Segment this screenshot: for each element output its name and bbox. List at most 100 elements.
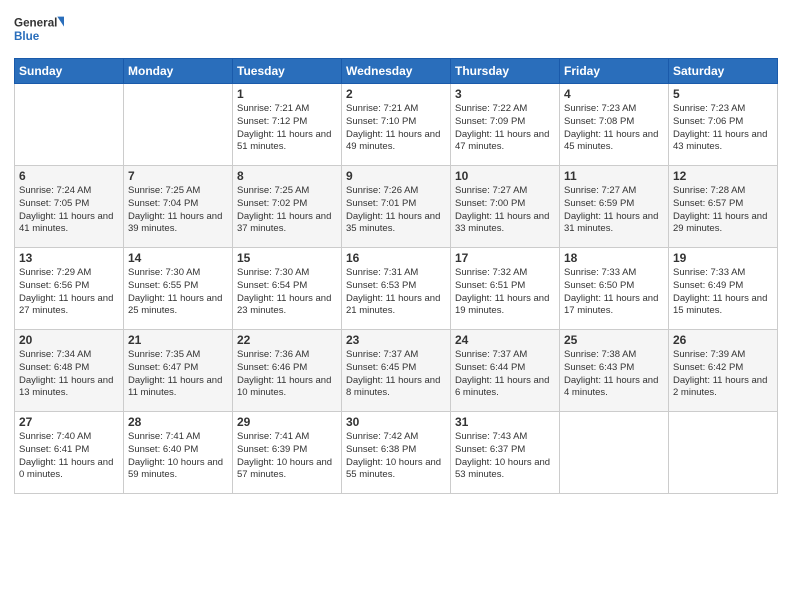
day-number: 10 <box>455 169 555 183</box>
day-info: Sunrise: 7:30 AM Sunset: 6:55 PM Dayligh… <box>128 267 228 318</box>
calendar-cell: 24Sunrise: 7:37 AM Sunset: 6:44 PM Dayli… <box>451 330 560 412</box>
day-number: 12 <box>673 169 773 183</box>
generalblue-logo-icon: General Blue <box>14 10 64 50</box>
day-number: 11 <box>564 169 664 183</box>
calendar-cell: 15 Sunrise: 7:30 AM Sunset: 6:54 PM Dayli… <box>233 248 342 330</box>
calendar-cell: 5 Sunrise: 7:23 AM Sunset: 7:06 PM Daylig… <box>669 84 778 166</box>
calendar-cell: 23 Sunrise: 7:37 AM Sunset: 6:45 PM Dayli… <box>342 330 451 412</box>
calendar-cell: 29 Sunrise: 7:41 AM Sunset: 6:39 PM Dayli… <box>233 412 342 494</box>
day-number: 8 <box>237 169 337 183</box>
day-info: Sunrise: 7:31 AM Sunset: 6:53 PM Dayligh… <box>346 267 446 318</box>
calendar-day-header: Monday <box>124 59 233 84</box>
day-info: Sunrise: 7:27 AM Sunset: 7:00 PM Dayligh… <box>455 185 555 236</box>
day-info: Sunrise: 7:28 AM Sunset: 6:57 PM Dayligh… <box>673 185 773 236</box>
day-info: Sunrise: 7:26 AM Sunset: 7:01 PM Dayligh… <box>346 185 446 236</box>
day-info: Sunrise: 7:24 AM Sunset: 7:05 PM Dayligh… <box>19 185 119 236</box>
day-number: 21 <box>128 333 228 347</box>
calendar-cell: 3Sunrise: 7:22 AM Sunset: 7:09 PM Daylig… <box>451 84 560 166</box>
day-number: 22 <box>237 333 337 347</box>
day-number: 1 <box>237 87 337 101</box>
day-info: Sunrise: 7:21 AM Sunset: 7:10 PM Dayligh… <box>346 103 446 154</box>
calendar-cell: 9 Sunrise: 7:26 AM Sunset: 7:01 PM Daylig… <box>342 166 451 248</box>
calendar-cell: 12 Sunrise: 7:28 AM Sunset: 6:57 PM Dayli… <box>669 166 778 248</box>
day-number: 7 <box>128 169 228 183</box>
calendar-cell: 31 Sunrise: 7:43 AM Sunset: 6:37 PM Dayli… <box>451 412 560 494</box>
day-info: Sunrise: 7:21 AM Sunset: 7:12 PM Dayligh… <box>237 103 337 154</box>
calendar-week-row: 20 Sunrise: 7:34 AM Sunset: 6:48 PM Dayli… <box>15 330 778 412</box>
calendar-week-row: 1 Sunrise: 7:21 AM Sunset: 7:12 PM Daylig… <box>15 84 778 166</box>
calendar-cell: 16 Sunrise: 7:31 AM Sunset: 6:53 PM Dayli… <box>342 248 451 330</box>
calendar-cell: 22 Sunrise: 7:36 AM Sunset: 6:46 PM Dayli… <box>233 330 342 412</box>
calendar-cell: 20 Sunrise: 7:34 AM Sunset: 6:48 PM Dayli… <box>15 330 124 412</box>
calendar-cell: 1 Sunrise: 7:21 AM Sunset: 7:12 PM Daylig… <box>233 84 342 166</box>
day-info: Sunrise: 7:41 AM Sunset: 6:39 PM Dayligh… <box>237 431 337 482</box>
calendar-week-row: 6Sunrise: 7:24 AM Sunset: 7:05 PM Daylig… <box>15 166 778 248</box>
day-number: 23 <box>346 333 446 347</box>
calendar-cell: 14 Sunrise: 7:30 AM Sunset: 6:55 PM Dayli… <box>124 248 233 330</box>
calendar-cell: 19Sunrise: 7:33 AM Sunset: 6:49 PM Dayli… <box>669 248 778 330</box>
day-number: 29 <box>237 415 337 429</box>
day-number: 15 <box>237 251 337 265</box>
day-number: 19 <box>673 251 773 265</box>
day-info: Sunrise: 7:39 AM Sunset: 6:42 PM Dayligh… <box>673 349 773 400</box>
day-info: Sunrise: 7:25 AM Sunset: 7:04 PM Dayligh… <box>128 185 228 236</box>
svg-text:General: General <box>14 17 57 30</box>
calendar-cell: 30 Sunrise: 7:42 AM Sunset: 6:38 PM Dayli… <box>342 412 451 494</box>
day-number: 16 <box>346 251 446 265</box>
day-info: Sunrise: 7:30 AM Sunset: 6:54 PM Dayligh… <box>237 267 337 318</box>
day-number: 20 <box>19 333 119 347</box>
day-number: 28 <box>128 415 228 429</box>
calendar-cell: 6Sunrise: 7:24 AM Sunset: 7:05 PM Daylig… <box>15 166 124 248</box>
day-info: Sunrise: 7:37 AM Sunset: 6:45 PM Dayligh… <box>346 349 446 400</box>
day-number: 4 <box>564 87 664 101</box>
calendar-cell: 18Sunrise: 7:33 AM Sunset: 6:50 PM Dayli… <box>560 248 669 330</box>
day-info: Sunrise: 7:41 AM Sunset: 6:40 PM Dayligh… <box>128 431 228 482</box>
day-number: 5 <box>673 87 773 101</box>
svg-text:Blue: Blue <box>14 30 40 43</box>
day-number: 25 <box>564 333 664 347</box>
day-number: 9 <box>346 169 446 183</box>
day-number: 26 <box>673 333 773 347</box>
calendar-cell <box>15 84 124 166</box>
day-number: 27 <box>19 415 119 429</box>
calendar-cell: 11 Sunrise: 7:27 AM Sunset: 6:59 PM Dayli… <box>560 166 669 248</box>
day-info: Sunrise: 7:25 AM Sunset: 7:02 PM Dayligh… <box>237 185 337 236</box>
day-number: 14 <box>128 251 228 265</box>
day-info: Sunrise: 7:29 AM Sunset: 6:56 PM Dayligh… <box>19 267 119 318</box>
day-info: Sunrise: 7:34 AM Sunset: 6:48 PM Dayligh… <box>19 349 119 400</box>
calendar-cell <box>560 412 669 494</box>
calendar-cell: 10 Sunrise: 7:27 AM Sunset: 7:00 PM Dayli… <box>451 166 560 248</box>
day-info: Sunrise: 7:43 AM Sunset: 6:37 PM Dayligh… <box>455 431 555 482</box>
day-info: Sunrise: 7:33 AM Sunset: 6:50 PM Dayligh… <box>564 267 664 318</box>
day-info: Sunrise: 7:27 AM Sunset: 6:59 PM Dayligh… <box>564 185 664 236</box>
day-number: 30 <box>346 415 446 429</box>
calendar-cell: 28 Sunrise: 7:41 AM Sunset: 6:40 PM Dayli… <box>124 412 233 494</box>
calendar-day-header: Tuesday <box>233 59 342 84</box>
calendar-week-row: 13 Sunrise: 7:29 AM Sunset: 6:56 PM Dayli… <box>15 248 778 330</box>
calendar-cell: 27Sunrise: 7:40 AM Sunset: 6:41 PM Dayli… <box>15 412 124 494</box>
day-number: 13 <box>19 251 119 265</box>
calendar-cell: 7 Sunrise: 7:25 AM Sunset: 7:04 PM Daylig… <box>124 166 233 248</box>
day-number: 31 <box>455 415 555 429</box>
calendar-day-header: Saturday <box>669 59 778 84</box>
day-info: Sunrise: 7:42 AM Sunset: 6:38 PM Dayligh… <box>346 431 446 482</box>
header: General Blue <box>14 10 778 50</box>
day-number: 24 <box>455 333 555 347</box>
day-info: Sunrise: 7:38 AM Sunset: 6:43 PM Dayligh… <box>564 349 664 400</box>
calendar-day-header: Sunday <box>15 59 124 84</box>
day-info: Sunrise: 7:23 AM Sunset: 7:06 PM Dayligh… <box>673 103 773 154</box>
calendar-cell: 17Sunrise: 7:32 AM Sunset: 6:51 PM Dayli… <box>451 248 560 330</box>
day-info: Sunrise: 7:22 AM Sunset: 7:09 PM Dayligh… <box>455 103 555 154</box>
day-info: Sunrise: 7:36 AM Sunset: 6:46 PM Dayligh… <box>237 349 337 400</box>
day-number: 2 <box>346 87 446 101</box>
calendar-cell: 13 Sunrise: 7:29 AM Sunset: 6:56 PM Dayli… <box>15 248 124 330</box>
calendar-day-header: Thursday <box>451 59 560 84</box>
calendar-cell: 21 Sunrise: 7:35 AM Sunset: 6:47 PM Dayli… <box>124 330 233 412</box>
calendar-cell: 4Sunrise: 7:23 AM Sunset: 7:08 PM Daylig… <box>560 84 669 166</box>
day-info: Sunrise: 7:35 AM Sunset: 6:47 PM Dayligh… <box>128 349 228 400</box>
calendar-week-row: 27Sunrise: 7:40 AM Sunset: 6:41 PM Dayli… <box>15 412 778 494</box>
calendar-cell: 2 Sunrise: 7:21 AM Sunset: 7:10 PM Daylig… <box>342 84 451 166</box>
calendar-cell <box>124 84 233 166</box>
day-info: Sunrise: 7:32 AM Sunset: 6:51 PM Dayligh… <box>455 267 555 318</box>
calendar-cell <box>669 412 778 494</box>
